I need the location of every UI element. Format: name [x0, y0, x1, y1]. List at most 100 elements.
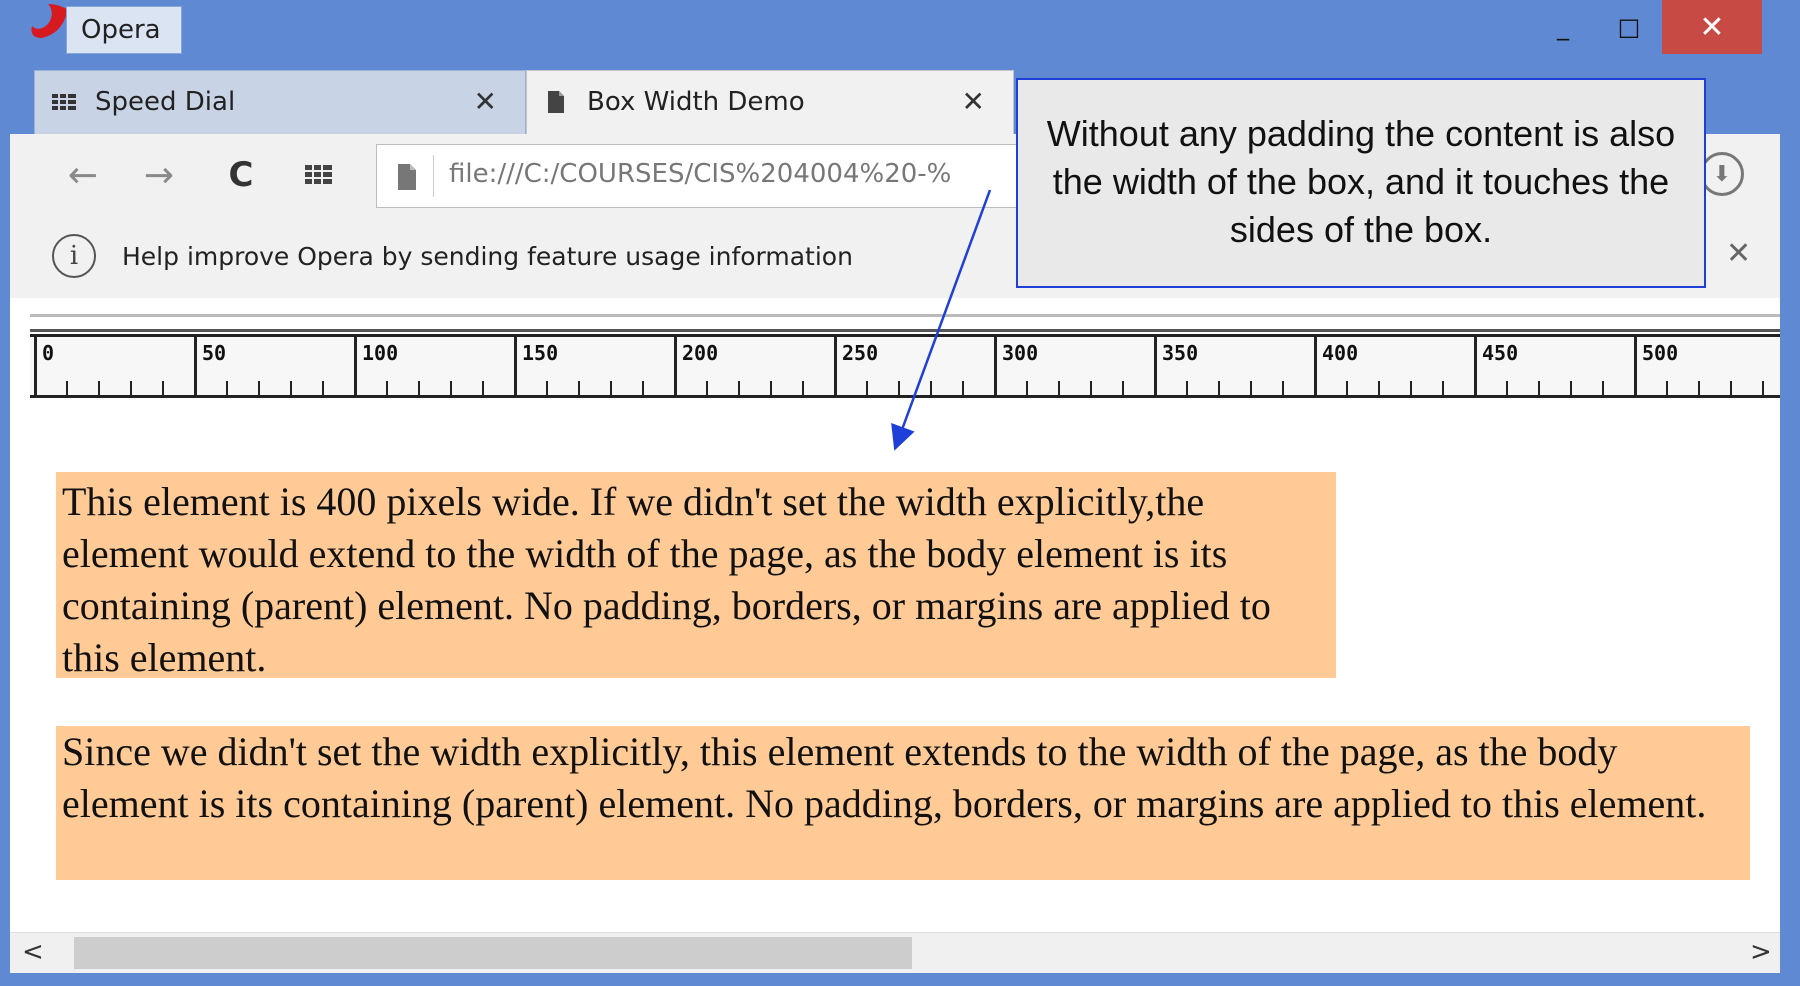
ruler-minor-tick: [578, 381, 580, 395]
speed-dial-grid-icon: [305, 165, 332, 184]
app-menu-button[interactable]: Opera: [66, 6, 182, 54]
ruler-minor-tick: [1602, 381, 1604, 395]
ruler-major-tick: [34, 337, 37, 395]
ruler-minor-tick: [642, 381, 644, 395]
ruler-major-tick: [674, 337, 677, 395]
url-separator: [433, 155, 434, 197]
ruler-minor-tick: [226, 381, 228, 395]
forward-button[interactable]: →: [134, 150, 184, 200]
ruler-minor-tick: [1378, 381, 1380, 395]
url-text[interactable]: file:///C:/COURSES/CIS%204004%20-%: [449, 159, 951, 189]
tab-speed-dial[interactable]: Speed Dial ✕: [34, 70, 526, 134]
page-viewport: 0 50 100 150 200 250 300 350 400 450 500 This elem…: [10, 298, 1780, 938]
speed-dial-grid-icon: [52, 94, 76, 110]
ruler-minor-tick: [1282, 381, 1284, 395]
ruler-minor-tick: [1026, 381, 1028, 395]
ruler-minor-tick: [770, 381, 772, 395]
ruler-minor-tick: [1218, 381, 1220, 395]
tab-label: Speed Dial: [95, 87, 236, 117]
ruler-label: 100: [362, 341, 399, 365]
back-button[interactable]: ←: [58, 150, 108, 200]
scroll-left-arrow[interactable]: <: [22, 937, 44, 967]
ruler-label: 400: [1322, 341, 1359, 365]
close-infobar-button[interactable]: ✕: [1726, 236, 1751, 271]
ruler-minor-tick: [1730, 381, 1732, 395]
horizontal-scrollbar[interactable]: < >: [10, 932, 1780, 973]
ruler-minor-tick: [962, 381, 964, 395]
ruler-minor-tick: [162, 381, 164, 395]
page-divider: [30, 314, 1780, 332]
ruler-minor-tick: [1570, 381, 1572, 395]
tab-box-width-demo[interactable]: Box Width Demo ✕: [526, 70, 1014, 134]
tab-strip: Speed Dial ✕ Box Width Demo ✕: [34, 70, 1014, 134]
download-arrow-icon: ⬇: [1712, 161, 1732, 187]
ruler-minor-tick: [1186, 381, 1188, 395]
ruler-minor-tick: [290, 381, 292, 395]
ruler-minor-tick: [130, 381, 132, 395]
ruler-major-tick: [514, 337, 517, 395]
ruler-label: 300: [1002, 341, 1039, 365]
ruler-minor-tick: [866, 381, 868, 395]
ruler-label: 0: [42, 341, 55, 365]
ruler-minor-tick: [1346, 381, 1348, 395]
ruler-major-tick: [354, 337, 357, 395]
address-bar[interactable]: file:///C:/COURSES/CIS%204004%20-%: [376, 144, 1036, 208]
ruler-minor-tick: [1762, 381, 1764, 395]
ruler-minor-tick: [1090, 381, 1092, 395]
tab-label: Box Width Demo: [587, 87, 805, 117]
ruler-major-tick: [994, 337, 997, 395]
ruler-minor-tick: [482, 381, 484, 395]
ruler-minor-tick: [898, 381, 900, 395]
ruler-minor-tick: [418, 381, 420, 395]
ruler-label: 450: [1482, 341, 1519, 365]
box-text: Since we didn't set the width explicitly…: [62, 729, 1707, 826]
ruler-label: 350: [1162, 341, 1199, 365]
ruler-minor-tick: [1122, 381, 1124, 395]
pixel-ruler: 0 50 100 150 200 250 300 350 400 450 500: [30, 334, 1780, 398]
page-icon: [398, 164, 416, 190]
app-title: Opera: [81, 15, 161, 45]
ruler-minor-tick: [706, 381, 708, 395]
page-icon: [548, 91, 564, 113]
ruler-label: 500: [1642, 341, 1679, 365]
ruler-label: 250: [842, 341, 879, 365]
ruler-minor-tick: [1538, 381, 1540, 395]
ruler-minor-tick: [322, 381, 324, 395]
ruler-minor-tick: [802, 381, 804, 395]
ruler-minor-tick: [450, 381, 452, 395]
close-window-button[interactable]: ✕: [1662, 0, 1762, 54]
fixed-width-box: This element is 400 pixels wide. If we d…: [56, 472, 1336, 680]
ruler-minor-tick: [1442, 381, 1444, 395]
ruler-minor-tick: [1698, 381, 1700, 395]
scroll-thumb[interactable]: [74, 937, 912, 969]
scroll-right-arrow[interactable]: >: [1750, 937, 1772, 967]
minimize-button[interactable]: _: [1530, 0, 1596, 54]
ruler-label: 50: [202, 341, 227, 365]
ruler-major-tick: [834, 337, 837, 395]
box-text: This element is 400 pixels wide. If we d…: [62, 479, 1271, 680]
title-bar: Opera _ □ ✕: [0, 0, 1800, 58]
auto-width-box: Since we didn't set the width explicitly…: [56, 726, 1750, 880]
ruler-major-tick: [1474, 337, 1477, 395]
ruler-label: 200: [682, 341, 719, 365]
info-icon: i: [52, 234, 96, 278]
ruler-minor-tick: [738, 381, 740, 395]
download-button[interactable]: ⬇: [1700, 152, 1744, 196]
ruler-minor-tick: [610, 381, 612, 395]
ruler-major-tick: [1154, 337, 1157, 395]
ruler-major-tick: [194, 337, 197, 395]
maximize-button[interactable]: □: [1596, 0, 1662, 54]
ruler-minor-tick: [1058, 381, 1060, 395]
info-message: Help improve Opera by sending feature us…: [122, 242, 853, 271]
ruler-major-tick: [1314, 337, 1317, 395]
ruler-minor-tick: [1250, 381, 1252, 395]
ruler-minor-tick: [66, 381, 68, 395]
close-tab-icon[interactable]: ✕: [962, 85, 985, 118]
ruler-minor-tick: [546, 381, 548, 395]
ruler-minor-tick: [1506, 381, 1508, 395]
close-tab-icon[interactable]: ✕: [474, 85, 497, 118]
reload-button[interactable]: C: [216, 150, 266, 200]
browser-window: Opera _ □ ✕ Speed Dial ✕ Box Width Demo …: [0, 0, 1800, 986]
ruler-minor-tick: [258, 381, 260, 395]
speed-dial-button[interactable]: [294, 150, 344, 200]
